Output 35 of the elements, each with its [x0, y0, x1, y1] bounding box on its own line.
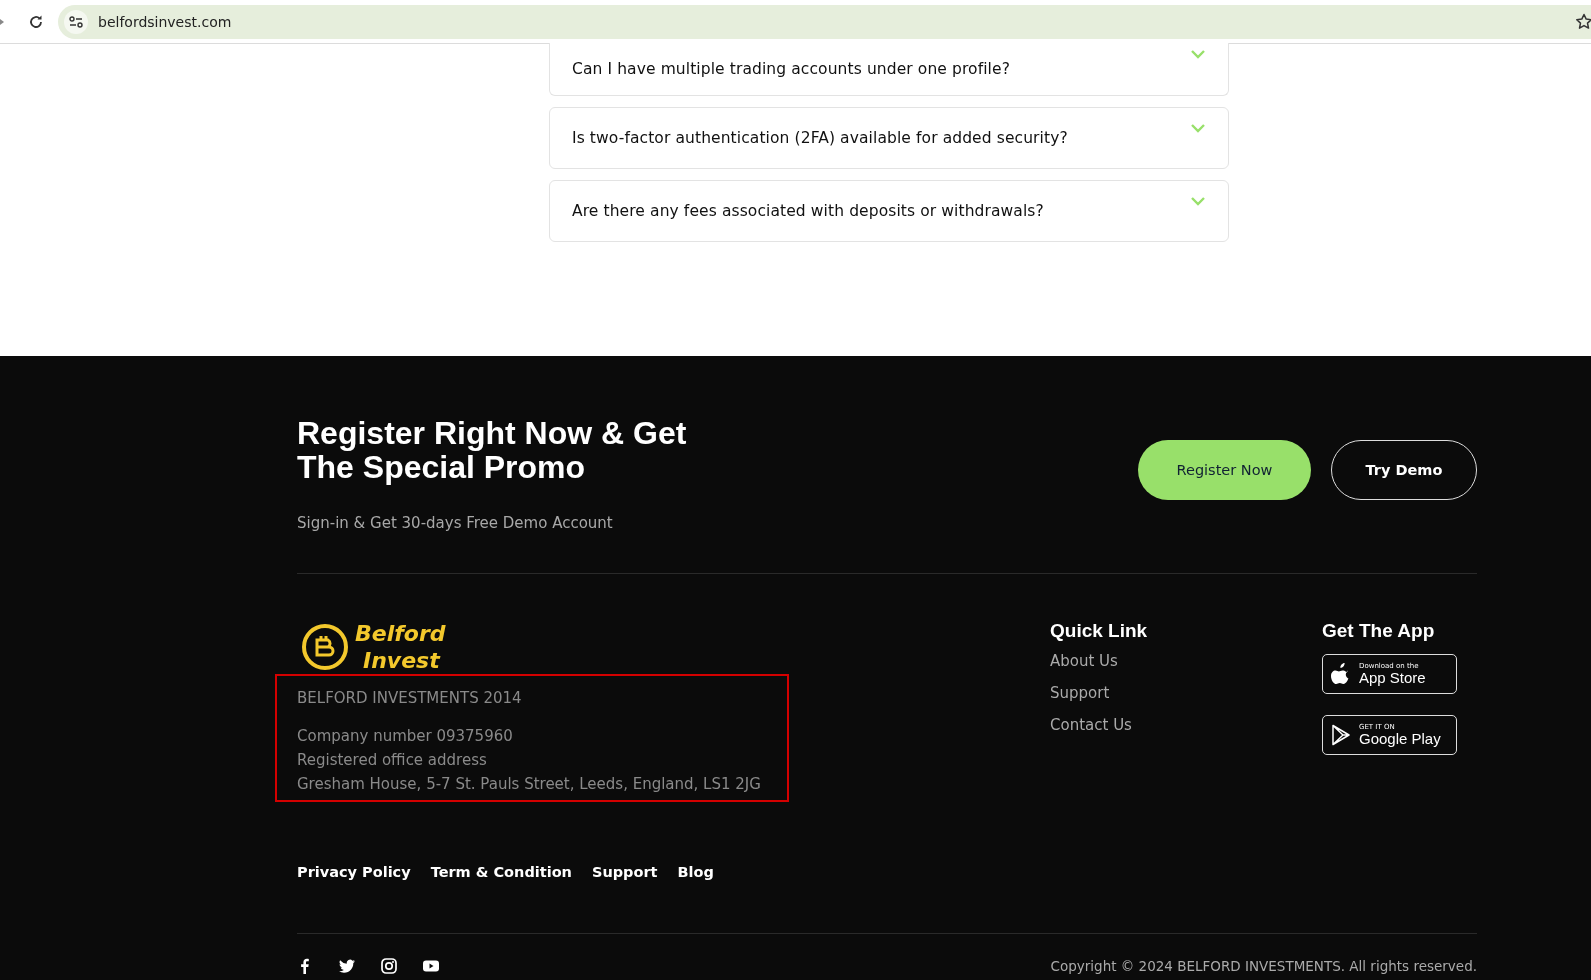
reload-icon[interactable]	[28, 13, 44, 30]
faq-question: Can I have multiple trading accounts under one profile?	[572, 60, 1010, 78]
instagram-icon[interactable]	[381, 958, 397, 974]
faq-item[interactable]: Can I have multiple trading accounts under one profile?	[549, 43, 1229, 96]
site-settings-icon[interactable]	[64, 9, 88, 34]
twitter-icon[interactable]	[339, 958, 355, 974]
bookmark-star-icon[interactable]	[1575, 12, 1591, 31]
brand-name: Belford Invest	[355, 620, 446, 674]
register-button[interactable]: Register Now	[1138, 440, 1311, 500]
promo-subtitle: Sign-in & Get 30-days Free Demo Account	[297, 514, 614, 532]
company-detail: Company number 09375960	[297, 726, 514, 747]
app-heading: Get The App	[1322, 620, 1436, 642]
footer-link[interactable]: Support	[1050, 684, 1110, 702]
company-detail: Gresham House, 5-7 St. Pauls Street, Leeds, England, LS1 2JG	[297, 774, 762, 795]
coin-logo-icon	[301, 623, 349, 671]
company-name: BELFORD INVESTMENTS 2014	[297, 688, 523, 709]
footer-link[interactable]: Contact Us	[1050, 716, 1132, 734]
footer-link[interactable]: Support	[591, 864, 658, 880]
faq-question: Is two-factor authentication (2FA) available for added security?	[572, 129, 1068, 147]
back-icon[interactable]	[0, 16, 6, 27]
youtube-icon[interactable]	[423, 958, 439, 974]
address-bar-url[interactable]: belfordsinvest.com	[98, 13, 232, 30]
apple-icon	[1331, 663, 1351, 685]
company-detail: Registered office address	[297, 750, 488, 771]
quick-link-heading: Quick Link	[1050, 620, 1149, 642]
footer-link[interactable]: Blog	[677, 864, 714, 880]
footer-link[interactable]: About Us	[1050, 652, 1118, 670]
footer-link[interactable]: Term & Condition	[430, 864, 572, 880]
play-triangle-icon	[1331, 724, 1351, 746]
faq-question: Are there any fees associated with deposits or withdrawals?	[572, 202, 1044, 220]
footer-link[interactable]: Privacy Policy	[297, 864, 411, 880]
faq-item[interactable]: Are there any fees associated with deposits or withdrawals?	[549, 180, 1229, 242]
copyright-text: Copyright © 2024 BELFORD INVESTMENTS. All rights reserved.	[1050, 958, 1477, 974]
promo-heading: Register Right Now & Get The Special Promo	[297, 416, 688, 484]
faq-item[interactable]: Is two-factor authentication (2FA) available for added security?	[549, 107, 1229, 169]
